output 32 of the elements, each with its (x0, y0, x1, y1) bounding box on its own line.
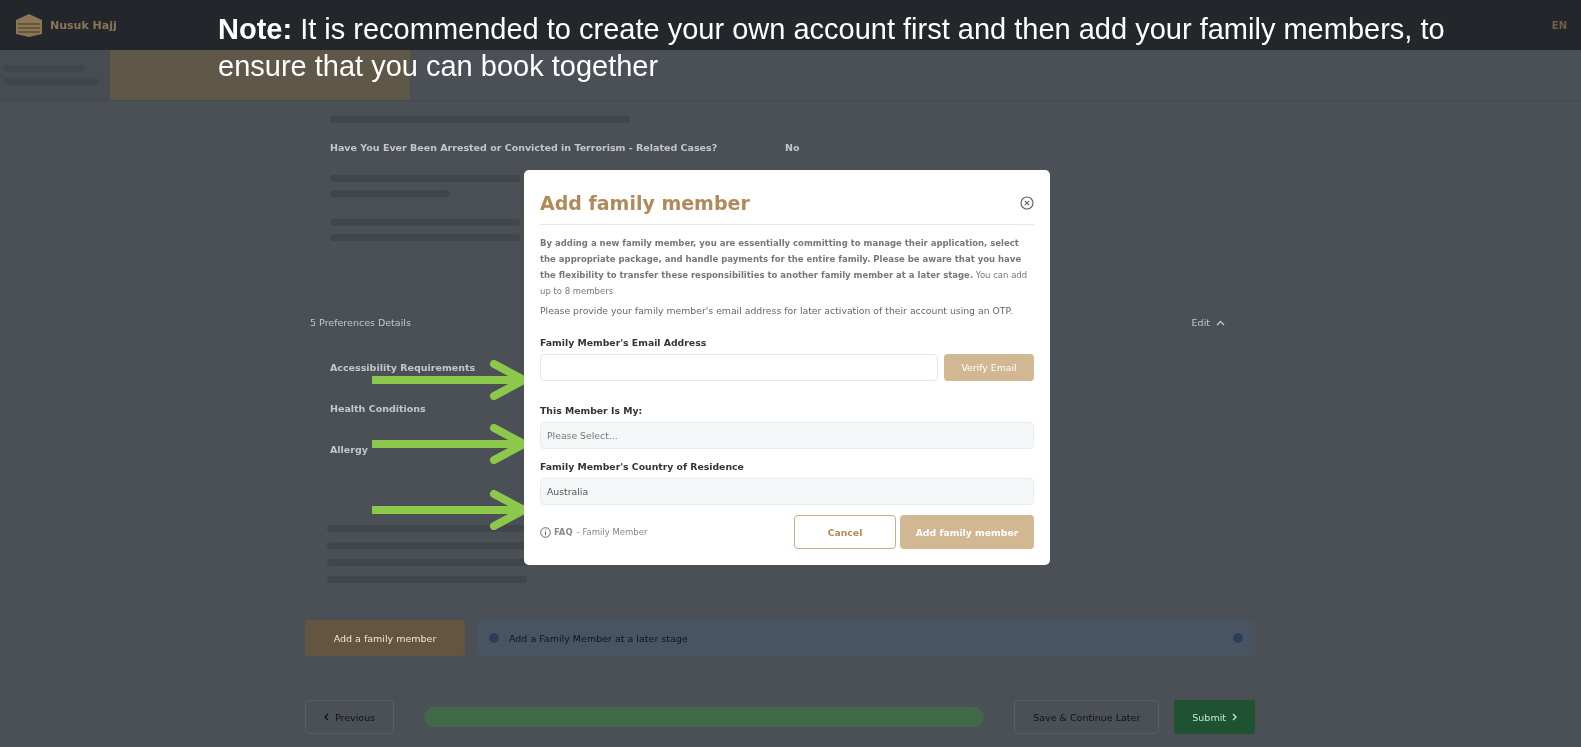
faq-link[interactable]: FAQ - Family Member (554, 527, 794, 537)
preference-label: Allergy (330, 444, 368, 455)
intro-text: By adding a new family member, you are essentially committing to manage their application, select the appropriate package, and handle payments for the entire family. Please be aware that you have the flexibility to transfer these responsibilities to another family member at a later stage. You can add up to 8 members (540, 237, 1029, 298)
info-icon (540, 526, 551, 538)
relation-dropdown[interactable]: Please Select... (540, 422, 1034, 449)
field-label: This Member Is My: (540, 405, 644, 416)
country-dropdown[interactable]: Australia (540, 478, 1034, 505)
edit-link[interactable]: Edit (1191, 317, 1210, 328)
save-button[interactable]: Save & Continue Later (1014, 700, 1160, 734)
previous-button[interactable]: Previous (305, 700, 395, 734)
brand-name: Nusuk Hajj (50, 18, 117, 32)
chevron-left-icon (324, 713, 329, 721)
info-dot-icon (489, 633, 499, 643)
chevron-right-icon (1232, 713, 1237, 721)
field-label: Family Member's Country of Residence (540, 461, 745, 472)
preference-label: Health Conditions (330, 403, 426, 414)
dialog-title: Add family member (540, 192, 750, 214)
note-text: Note: It is recommended to create your own account first and then add your family members, to ensure that you can book together (218, 12, 1446, 84)
close-icon[interactable] (1020, 196, 1034, 210)
answer-text: No (785, 141, 800, 153)
question-text: Have You Ever Been Arrested or Convicted in Terrorism - Related Cases? (330, 141, 719, 153)
preference-label: Accessibility Requirements (330, 362, 476, 373)
chevron-up-icon[interactable] (1216, 319, 1225, 326)
cancel-button[interactable]: Cancel (794, 515, 896, 549)
book-stack-icon (14, 12, 44, 38)
submit-button[interactable]: Submit (1174, 700, 1255, 734)
hint-text: Please provide your family member's email address for later activation of their account using an OTP. (540, 304, 1014, 318)
language-selector[interactable]: EN (1551, 19, 1567, 31)
section-title: 5 Preferences Details (310, 317, 411, 328)
email-field[interactable] (540, 354, 938, 381)
add-member-button[interactable]: Add a family member (305, 620, 465, 656)
field-label: Family Member's Email Address (540, 337, 708, 348)
